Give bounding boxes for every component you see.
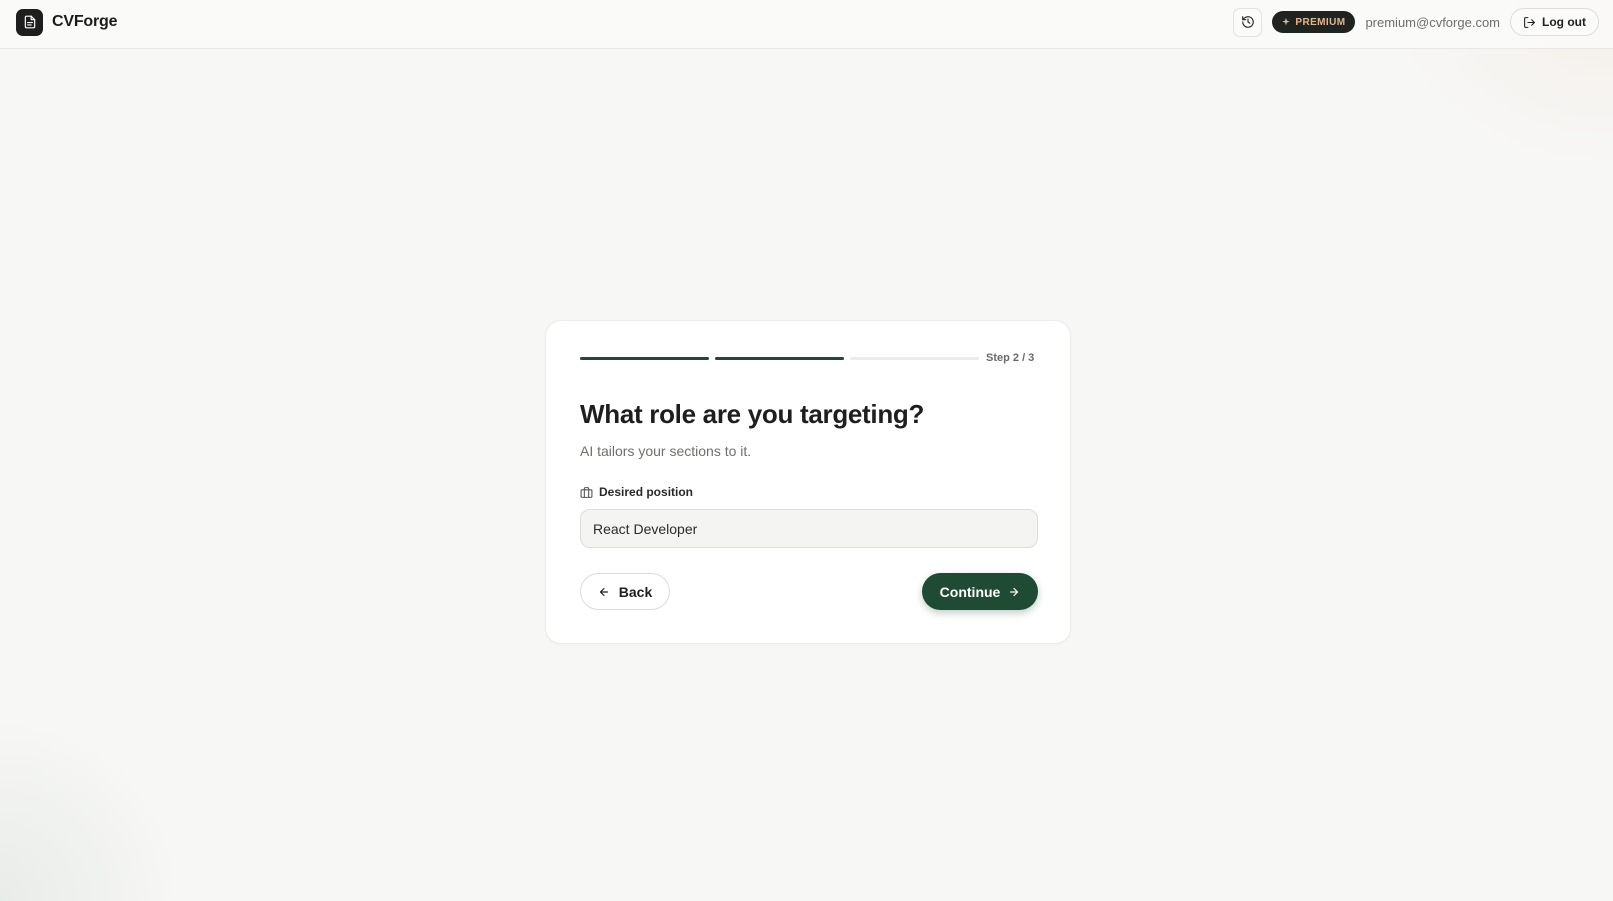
- history-icon: [1242, 16, 1254, 28]
- logout-icon: [1524, 16, 1535, 28]
- desired-position-input[interactable]: [580, 509, 1038, 548]
- step-progress: Step 2 / 3: [580, 352, 1038, 364]
- page-title: What role are you targeting?: [580, 399, 925, 429]
- app-name: CVForge: [52, 13, 118, 30]
- desired-position-label: Desired position: [580, 485, 693, 499]
- top-bar: CVForge PREMIUM premium@cvforge.com Log …: [0, 0, 1613, 49]
- document-icon: [16, 8, 43, 36]
- continue-label: Continue: [939, 583, 1001, 600]
- header-actions: PREMIUM premium@cvforge.com Log out: [1233, 7, 1599, 37]
- back-label: Back: [618, 583, 653, 600]
- arrow-left-icon: [599, 587, 608, 596]
- progress-segment-2: [715, 356, 844, 360]
- back-button[interactable]: Back: [580, 573, 670, 610]
- wizard-card: Step 2 / 3 What role are you targeting? …: [545, 320, 1071, 644]
- premium-label: PREMIUM: [1295, 16, 1346, 28]
- page-subtitle: AI tailors your sections to it.: [580, 443, 752, 459]
- history-button[interactable]: [1233, 7, 1263, 37]
- premium-badge: PREMIUM: [1272, 11, 1356, 33]
- field-label-text: Desired position: [599, 485, 694, 499]
- sparkle-icon: [1282, 17, 1291, 26]
- arrow-right-icon: [1010, 587, 1019, 596]
- progress-segment-3: [850, 356, 979, 360]
- briefcase-icon: [580, 486, 593, 498]
- logout-button[interactable]: Log out: [1510, 8, 1599, 36]
- brand[interactable]: CVForge: [16, 8, 117, 36]
- progress-segment-1: [580, 356, 709, 360]
- continue-button[interactable]: Continue: [922, 573, 1038, 610]
- step-label: Step 2 / 3: [986, 352, 1035, 364]
- logout-label: Log out: [1542, 15, 1586, 29]
- user-email: premium@cvforge.com: [1365, 14, 1501, 30]
